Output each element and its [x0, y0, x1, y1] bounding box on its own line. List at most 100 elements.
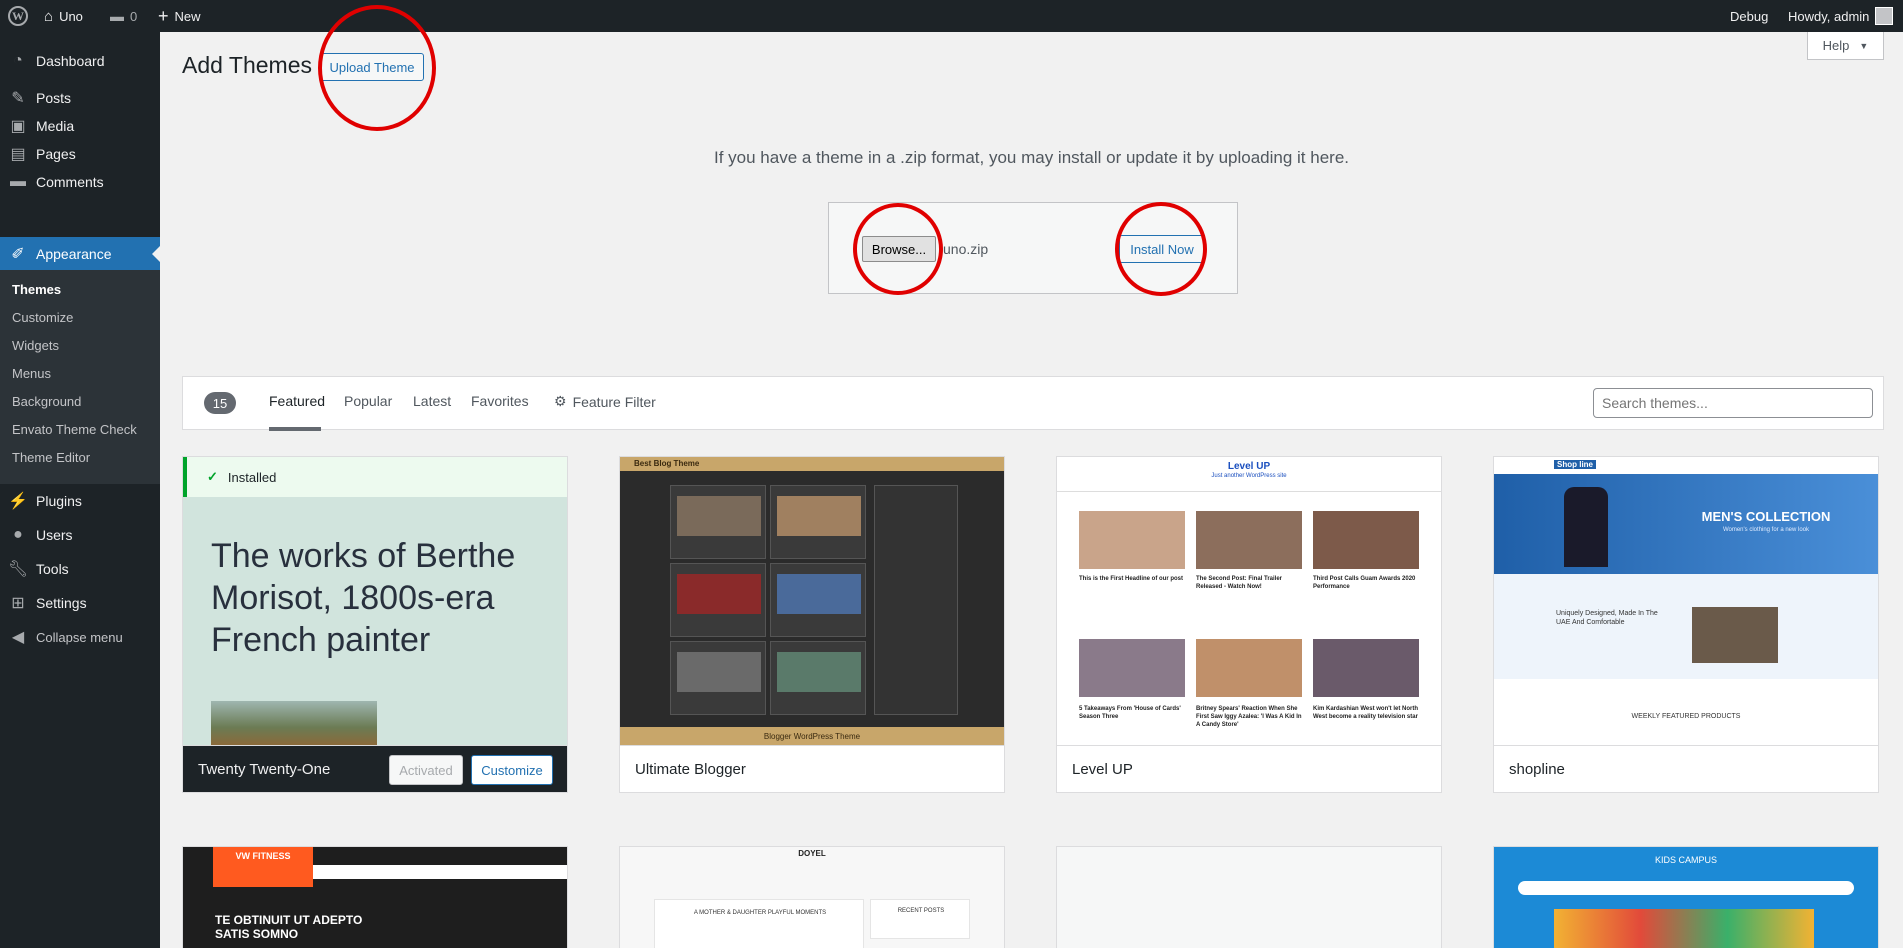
tab-featured[interactable]: Featured: [269, 393, 325, 409]
dashboard-icon: ◔: [13, 52, 23, 69]
site-name-link[interactable]: ⌂ Uno: [44, 0, 83, 32]
submenu-themes[interactable]: Themes: [12, 282, 61, 297]
theme-card-vw-fitness[interactable]: VW FITNESS TE OBTINUIT UT ADEPTO SATIS S…: [182, 846, 568, 948]
sidebar-item-label: Dashboard: [36, 53, 105, 69]
submenu-theme-editor[interactable]: Theme Editor: [12, 450, 90, 465]
comments-link[interactable]: ▬ 0: [110, 0, 137, 32]
search-themes-input[interactable]: [1593, 388, 1873, 418]
theme-screenshot: Shop line MEN'S COLLECTION Women's cloth…: [1494, 457, 1878, 745]
wordpress-logo-icon[interactable]: W: [8, 0, 28, 32]
preview-post-title: 5 Takeaways From 'House of Cards' Season…: [1079, 706, 1181, 720]
sidebar-item-label: Comments: [36, 174, 104, 190]
theme-name: Twenty Twenty-One: [198, 760, 331, 778]
preview-post: [670, 485, 766, 559]
new-content-link[interactable]: + New: [158, 0, 201, 32]
theme-name-bar: Twenty Twenty-One Activated Customize: [183, 745, 567, 792]
theme-count-badge: 15: [204, 392, 236, 414]
preview-nav: [313, 865, 567, 879]
caret-down-icon: ▼: [1859, 40, 1869, 51]
annotation-circle-install: [1115, 202, 1207, 296]
plus-icon: +: [158, 5, 169, 26]
sidebar-item-dashboard[interactable]: ◔ Dashboard: [0, 44, 160, 78]
checkmark-icon: ✓: [207, 469, 218, 484]
admin-sidebar: ◔ Dashboard ✎ Posts ▣ Media ▤ Pages ▬ Co…: [0, 32, 160, 948]
installed-label: Installed: [227, 469, 277, 485]
submenu-customize[interactable]: Customize: [12, 310, 73, 325]
theme-name-bar: shopline: [1494, 745, 1878, 792]
sidebar-item-users[interactable]: ● Users: [0, 518, 160, 552]
user-icon: ●: [13, 526, 23, 543]
theme-card-ultimate-blogger[interactable]: Best Blog Theme Blogger WordPress Theme …: [619, 456, 1005, 793]
collapse-menu-button[interactable]: ◀ Collapse menu: [0, 620, 160, 654]
preview-title: Best Blog Theme: [634, 459, 700, 468]
theme-name-bar: Ultimate Blogger: [620, 745, 1004, 792]
debug-label: Debug: [1730, 8, 1769, 24]
account-menu[interactable]: Howdy, admin: [1788, 0, 1894, 32]
theme-headline: The works of Berthe Morisot, 1800s-era F…: [211, 537, 516, 659]
theme-card-shopline[interactable]: Shop line MEN'S COLLECTION Women's cloth…: [1493, 456, 1879, 793]
selected-file-name: uno.zip: [943, 241, 989, 257]
sidebar-item-settings[interactable]: ⊞ Settings: [0, 586, 160, 620]
debug-link[interactable]: Debug: [1730, 0, 1768, 32]
preview-image: [1313, 511, 1419, 569]
submenu-widgets[interactable]: Widgets: [12, 338, 59, 353]
wrench-icon: 🔧︎: [7, 561, 29, 578]
preview-post: [770, 563, 866, 637]
preview-sidebar: RECENT POSTS: [870, 899, 970, 939]
preview-headline: TE OBTINUIT UT ADEPTO SATIS SOMNO: [215, 913, 363, 941]
preview-image: [1196, 639, 1302, 697]
submenu-menus[interactable]: Menus: [12, 366, 51, 381]
annotation-circle-browse: [853, 203, 943, 295]
collapse-icon: ◀: [11, 629, 25, 646]
sidebar-item-label: Posts: [36, 90, 72, 106]
preview-sidebar: [874, 485, 958, 715]
preview-post: [770, 485, 866, 559]
theme-card-twenty-twenty-one[interactable]: ✓ Installed The works of Berthe Morisot,…: [182, 456, 568, 793]
help-tab-button[interactable]: Help ▼: [1807, 32, 1884, 60]
sidebar-item-label: Settings: [36, 595, 87, 611]
preview-image: [1079, 511, 1185, 569]
preview-post-title: Third Post Calls Guam Awards 2020 Perfor…: [1313, 576, 1416, 590]
sidebar-item-comments[interactable]: ▬ Comments: [0, 165, 160, 199]
theme-card-blank[interactable]: [1056, 846, 1442, 948]
tab-favorites[interactable]: Favorites: [471, 393, 529, 409]
media-icon: ▣: [10, 118, 26, 135]
preview-post: [770, 641, 866, 715]
theme-card-doyel[interactable]: DOYEL A MOTHER & DAUGHTER PLAYFUL MOMENT…: [619, 846, 1005, 948]
feature-filter-button[interactable]: ⚙ Feature Filter: [554, 393, 656, 410]
preview-footer: Blogger WordPress Theme: [620, 727, 1004, 745]
sidebar-item-label: Tools: [36, 561, 69, 577]
sidebar-item-appearance[interactable]: ✐ Appearance: [0, 237, 160, 271]
theme-screenshot: ✓ Installed The works of Berthe Morisot,…: [183, 457, 567, 745]
preview-subtitle: Just another WordPress site: [1211, 473, 1287, 479]
customize-button[interactable]: Customize: [471, 755, 553, 785]
tab-popular[interactable]: Popular: [344, 393, 392, 409]
preview-post: A MOTHER & DAUGHTER PLAYFUL MOMENTS: [654, 899, 864, 948]
preview-post-title: The Second Post: Final Trailer Released …: [1196, 576, 1283, 590]
feature-filter-label: Feature Filter: [572, 393, 656, 410]
preview-section: [1494, 574, 1878, 679]
sidebar-item-plugins[interactable]: ⚡ Plugins: [0, 484, 160, 518]
theme-card-level-up[interactable]: Level UP Just another WordPress site Thi…: [1056, 456, 1442, 793]
preview-brand: KIDS CAMPUS: [1654, 855, 1717, 865]
sidebar-item-label: Plugins: [36, 493, 82, 509]
sidebar-item-label: Users: [36, 527, 73, 543]
preview-section-title: Uniquely Designed, Made In The UAE And C…: [1556, 610, 1658, 626]
avatar: [1875, 7, 1894, 25]
theme-name: Ultimate Blogger: [635, 760, 746, 778]
preview-hero-subtitle: Women's clothing for a new look: [1722, 527, 1810, 533]
brush-icon: ✐: [11, 246, 25, 263]
preview-title: Level UP: [1227, 461, 1271, 472]
submenu-envato-theme-check[interactable]: Envato Theme Check: [12, 422, 137, 437]
preview-post-title: A MOTHER & DAUGHTER PLAYFUL MOMENTS: [693, 910, 827, 916]
sidebar-item-tools[interactable]: 🔧︎ Tools: [0, 552, 160, 586]
preview-hero-title: MEN'S COLLECTION: [1701, 509, 1831, 524]
activated-button: Activated: [389, 755, 463, 785]
preview-image: [1313, 639, 1419, 697]
submenu-background[interactable]: Background: [12, 394, 81, 409]
theme-card-kids-campus[interactable]: KIDS CAMPUS: [1493, 846, 1879, 948]
settings-icon: ⊞: [11, 595, 25, 612]
theme-filter-bar: 15 Featured Popular Latest Favorites ⚙ F…: [182, 376, 1884, 431]
tab-latest[interactable]: Latest: [413, 393, 451, 409]
preview-post-title: Kim Kardashian West won't let North West…: [1313, 706, 1418, 720]
